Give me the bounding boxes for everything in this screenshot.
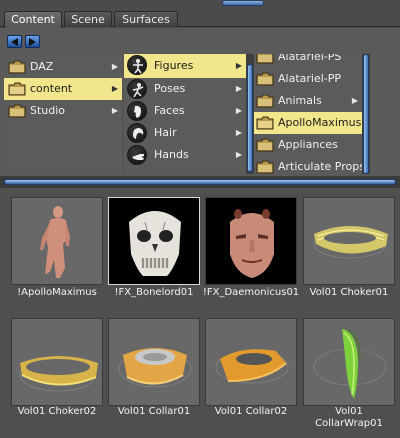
list-item-studio[interactable]: Studio ▶ (4, 100, 122, 122)
list-item-label: Hair (154, 126, 177, 139)
list-item-hands[interactable]: Hands ▶ (124, 144, 246, 166)
category-column: Figures ▶ Poses ▶ Faces ▶ Hair ▶ Hands ▶ (124, 54, 246, 174)
thumbnail-frame[interactable] (11, 197, 103, 285)
list-item-hair[interactable]: Hair ▶ (124, 122, 246, 144)
pose-icon (127, 79, 147, 99)
list-item-articulate-props[interactable]: Articulate Props (254, 156, 362, 174)
thumbnail-frame[interactable] (108, 197, 200, 285)
skull-mask-thumb-icon (129, 211, 181, 276)
thumbnail-frame[interactable] (108, 318, 200, 406)
thumbnail-frame[interactable] (205, 318, 297, 406)
chevron-right-icon: ▶ (235, 150, 242, 159)
chevron-right-icon: ▶ (235, 128, 242, 137)
item-caption: !FX_Bonelord01 (114, 287, 194, 298)
figure-folder-column: Alatariel-PS Alatariel-PP Animals ▶ Apol… (254, 54, 362, 174)
chevron-right-icon: ▶ (351, 96, 358, 105)
runtime-column: DAZ ▶ content ▶ Studio ▶ (4, 54, 122, 174)
list-item-label: Hands (154, 148, 189, 161)
list-item-label: Alatariel-PS (278, 54, 342, 63)
column-browser: DAZ ▶ content ▶ Studio ▶ Figures ▶ Poses… (4, 54, 396, 174)
category-scrollbar[interactable] (246, 54, 254, 174)
collarwrap-thumb-icon (313, 329, 387, 399)
list-item-alatariel-ps[interactable]: Alatariel-PS (254, 54, 362, 68)
demon-face-thumb-icon (230, 209, 274, 278)
scrollbar-thumb[interactable] (247, 64, 253, 172)
list-item-label: Animals (278, 94, 322, 107)
item-caption-line2: CollarWrap01 (315, 418, 383, 429)
choker2-thumb-icon (19, 356, 98, 392)
chevron-right-icon: ▶ (235, 84, 242, 93)
chevron-right-icon: ▶ (111, 106, 118, 115)
list-item-label: Articulate Props (278, 160, 362, 173)
tab-content[interactable]: Content (4, 11, 62, 28)
face-icon (127, 101, 147, 121)
forward-button[interactable] (25, 35, 40, 48)
chevron-right-icon: ▶ (111, 84, 118, 93)
top-panel-grip[interactable] (0, 0, 400, 10)
collar-thumb-icon (118, 348, 192, 388)
hair-icon (127, 123, 147, 143)
right-arrow-icon (29, 38, 36, 46)
splitter-handle[interactable] (4, 179, 396, 185)
item-caption: Vol01 Collar02 (214, 406, 288, 417)
list-item-label: Appliances (278, 138, 338, 151)
list-item-appliances[interactable]: Appliances (254, 134, 362, 156)
list-item-apollomaximus[interactable]: ApolloMaximus (254, 112, 362, 134)
library-navigation-panel: DAZ ▶ content ▶ Studio ▶ Figures ▶ Poses… (0, 28, 400, 176)
list-item-label: Alatariel-PP (278, 72, 342, 85)
list-item-content[interactable]: content ▶ (4, 78, 122, 100)
empty-column (370, 54, 396, 174)
list-item-label: DAZ (30, 60, 54, 73)
list-item-label: Poses (154, 82, 186, 95)
back-button[interactable] (7, 35, 22, 48)
list-item-label: Faces (154, 104, 185, 117)
chevron-right-icon: ▶ (235, 106, 242, 115)
content-thumbnail-grid: !ApolloMaximus !FX_Bonelord01 !FX_Daemon… (0, 188, 400, 438)
list-item-label: content (30, 82, 73, 95)
folder-icon (256, 138, 274, 152)
list-item-label: ApolloMaximus (278, 116, 362, 129)
left-arrow-icon (11, 38, 18, 46)
folder-icon (8, 104, 26, 118)
item-caption-line1: Vol01 (335, 406, 363, 417)
item-caption: !ApolloMaximus (17, 287, 97, 298)
figure-thumb-icon (40, 206, 70, 278)
thumbnail-frame[interactable] (303, 197, 395, 285)
tab-bar: Content Scene Surfaces (0, 10, 400, 28)
list-item-daz[interactable]: DAZ ▶ (4, 56, 122, 78)
folder-icon (8, 60, 26, 74)
thumbnail-frame[interactable] (205, 197, 297, 285)
scrollbar-thumb[interactable] (363, 54, 369, 174)
list-item-alatariel-pp[interactable]: Alatariel-PP (254, 68, 362, 90)
list-item-faces[interactable]: Faces ▶ (124, 100, 246, 122)
folder-icon (256, 72, 274, 86)
thumbnail-frame[interactable] (303, 318, 395, 406)
chevron-right-icon: ▶ (111, 62, 118, 71)
item-caption: Vol01 Choker01 (309, 287, 389, 298)
thumbnail-frame[interactable] (11, 318, 103, 406)
panel-splitter[interactable] (0, 176, 400, 188)
collapse-handle[interactable] (222, 0, 264, 6)
folder-scrollbar[interactable] (362, 54, 370, 174)
tab-surfaces[interactable]: Surfaces (114, 11, 178, 27)
folder-icon (8, 82, 26, 96)
folder-icon (256, 54, 274, 64)
item-caption: Vol01 Choker02 (17, 406, 97, 417)
list-item-poses[interactable]: Poses ▶ (124, 78, 246, 100)
folder-icon (256, 116, 274, 130)
folder-icon (256, 94, 274, 108)
list-item-label: Studio (30, 104, 66, 117)
chevron-right-icon: ▶ (235, 61, 242, 70)
tab-scene[interactable]: Scene (64, 11, 112, 27)
hand-icon (127, 145, 147, 165)
figure-icon (127, 55, 147, 75)
item-caption: Vol01 Collar01 (117, 406, 191, 417)
list-item-label: Figures (154, 59, 194, 72)
list-item-animals[interactable]: Animals ▶ (254, 90, 362, 112)
item-caption: !FX_Daemonicus01 (202, 287, 300, 298)
folder-icon (256, 160, 274, 174)
list-item-figures[interactable]: Figures ▶ (124, 54, 246, 78)
collar2-thumb-icon (215, 349, 289, 384)
choker-thumb-icon (313, 226, 388, 259)
